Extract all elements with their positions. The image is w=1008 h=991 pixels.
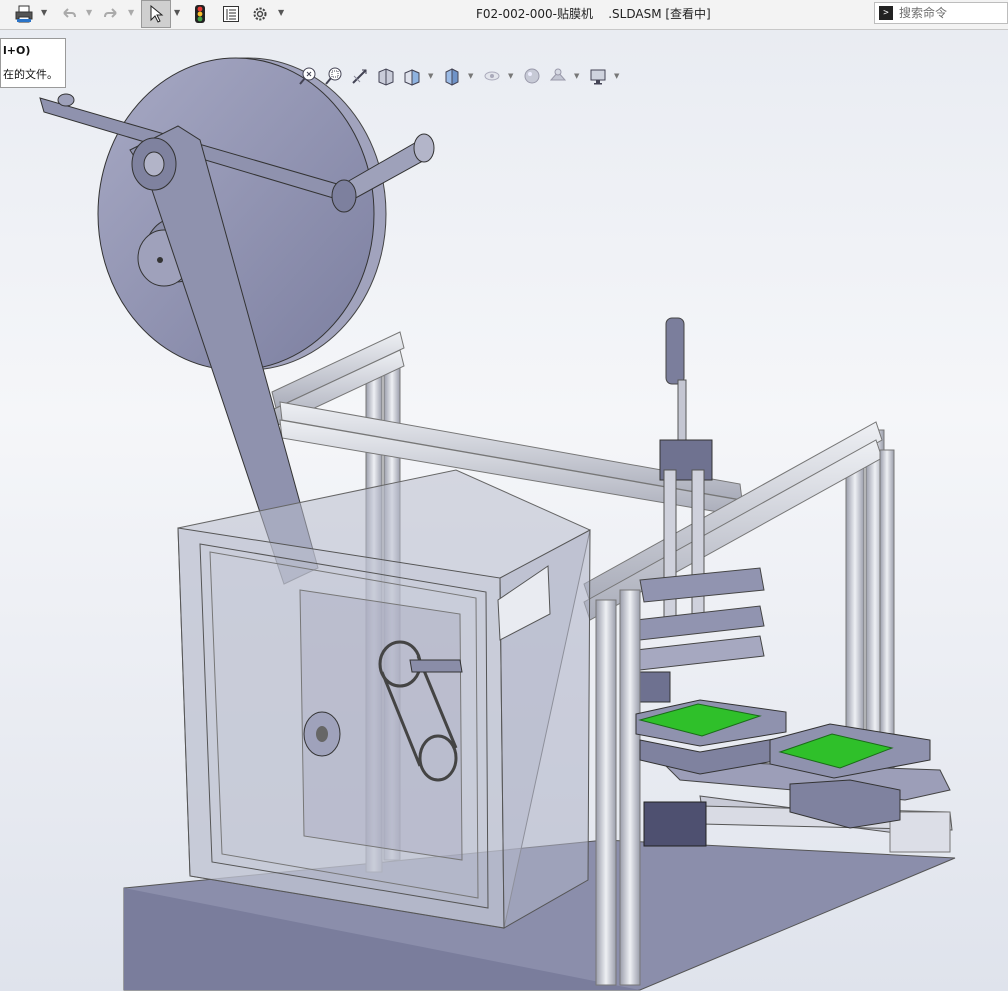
apply-scene-icon[interactable] <box>548 66 568 86</box>
search-input[interactable] <box>899 4 1005 22</box>
hide-show-caret[interactable]: ▼ <box>508 72 513 80</box>
graphics-area[interactable]: ▼ ▼ ▼ ▼ ▼ l+O) 在的文件。 <box>0 30 1008 991</box>
window-title: F02-002-000-贴膜机 .SLDASM [查看中] <box>476 7 711 21</box>
select-pointer-icon[interactable] <box>141 0 171 28</box>
left-fixture <box>635 699 787 775</box>
undo-dropdown-caret[interactable]: ▼ <box>86 8 92 17</box>
command-tooltip: l+O) 在的文件。 <box>0 38 66 88</box>
redo-icon[interactable] <box>100 3 122 25</box>
display-style-icon[interactable] <box>442 66 462 86</box>
view-settings-icon[interactable] <box>588 66 608 86</box>
options-gear-icon[interactable] <box>249 3 271 25</box>
apply-scene-caret[interactable]: ▼ <box>574 72 579 80</box>
zoom-to-fit-icon[interactable] <box>298 66 318 86</box>
previous-view-icon[interactable] <box>350 66 370 86</box>
search-box[interactable]: > <box>874 2 1008 24</box>
view-orientation-icon[interactable] <box>402 66 422 86</box>
tooltip-shortcut: l+O) <box>3 44 31 57</box>
undo-icon[interactable] <box>58 3 80 25</box>
zoom-to-area-icon[interactable] <box>324 66 344 86</box>
tooltip-description: 在的文件。 <box>3 68 58 81</box>
transparent-housing <box>177 469 591 929</box>
hide-show-items-icon[interactable] <box>482 66 502 86</box>
traffic-light-icon[interactable] <box>190 3 210 25</box>
section-view-icon[interactable] <box>376 66 396 86</box>
edit-appearance-icon[interactable] <box>522 66 542 86</box>
press-head <box>635 567 765 703</box>
select-dropdown-caret[interactable]: ▼ <box>174 8 180 17</box>
options-dropdown-caret[interactable]: ▼ <box>278 8 284 17</box>
title-bar: ▼ ▼ ▼ ▼ ▼ F02-002-000-贴膜机 .SLDASM [查看中] … <box>0 0 1008 30</box>
view-orientation-caret[interactable]: ▼ <box>428 72 433 80</box>
file-properties-icon[interactable] <box>220 3 242 25</box>
redo-dropdown-caret[interactable]: ▼ <box>128 8 134 17</box>
print-icon[interactable] <box>12 3 36 25</box>
display-style-caret[interactable]: ▼ <box>468 72 473 80</box>
command-prompt-icon: > <box>879 6 893 20</box>
view-settings-caret[interactable]: ▼ <box>614 72 619 80</box>
print-dropdown-caret[interactable]: ▼ <box>41 8 47 17</box>
assembly-model[interactable] <box>0 30 1008 991</box>
